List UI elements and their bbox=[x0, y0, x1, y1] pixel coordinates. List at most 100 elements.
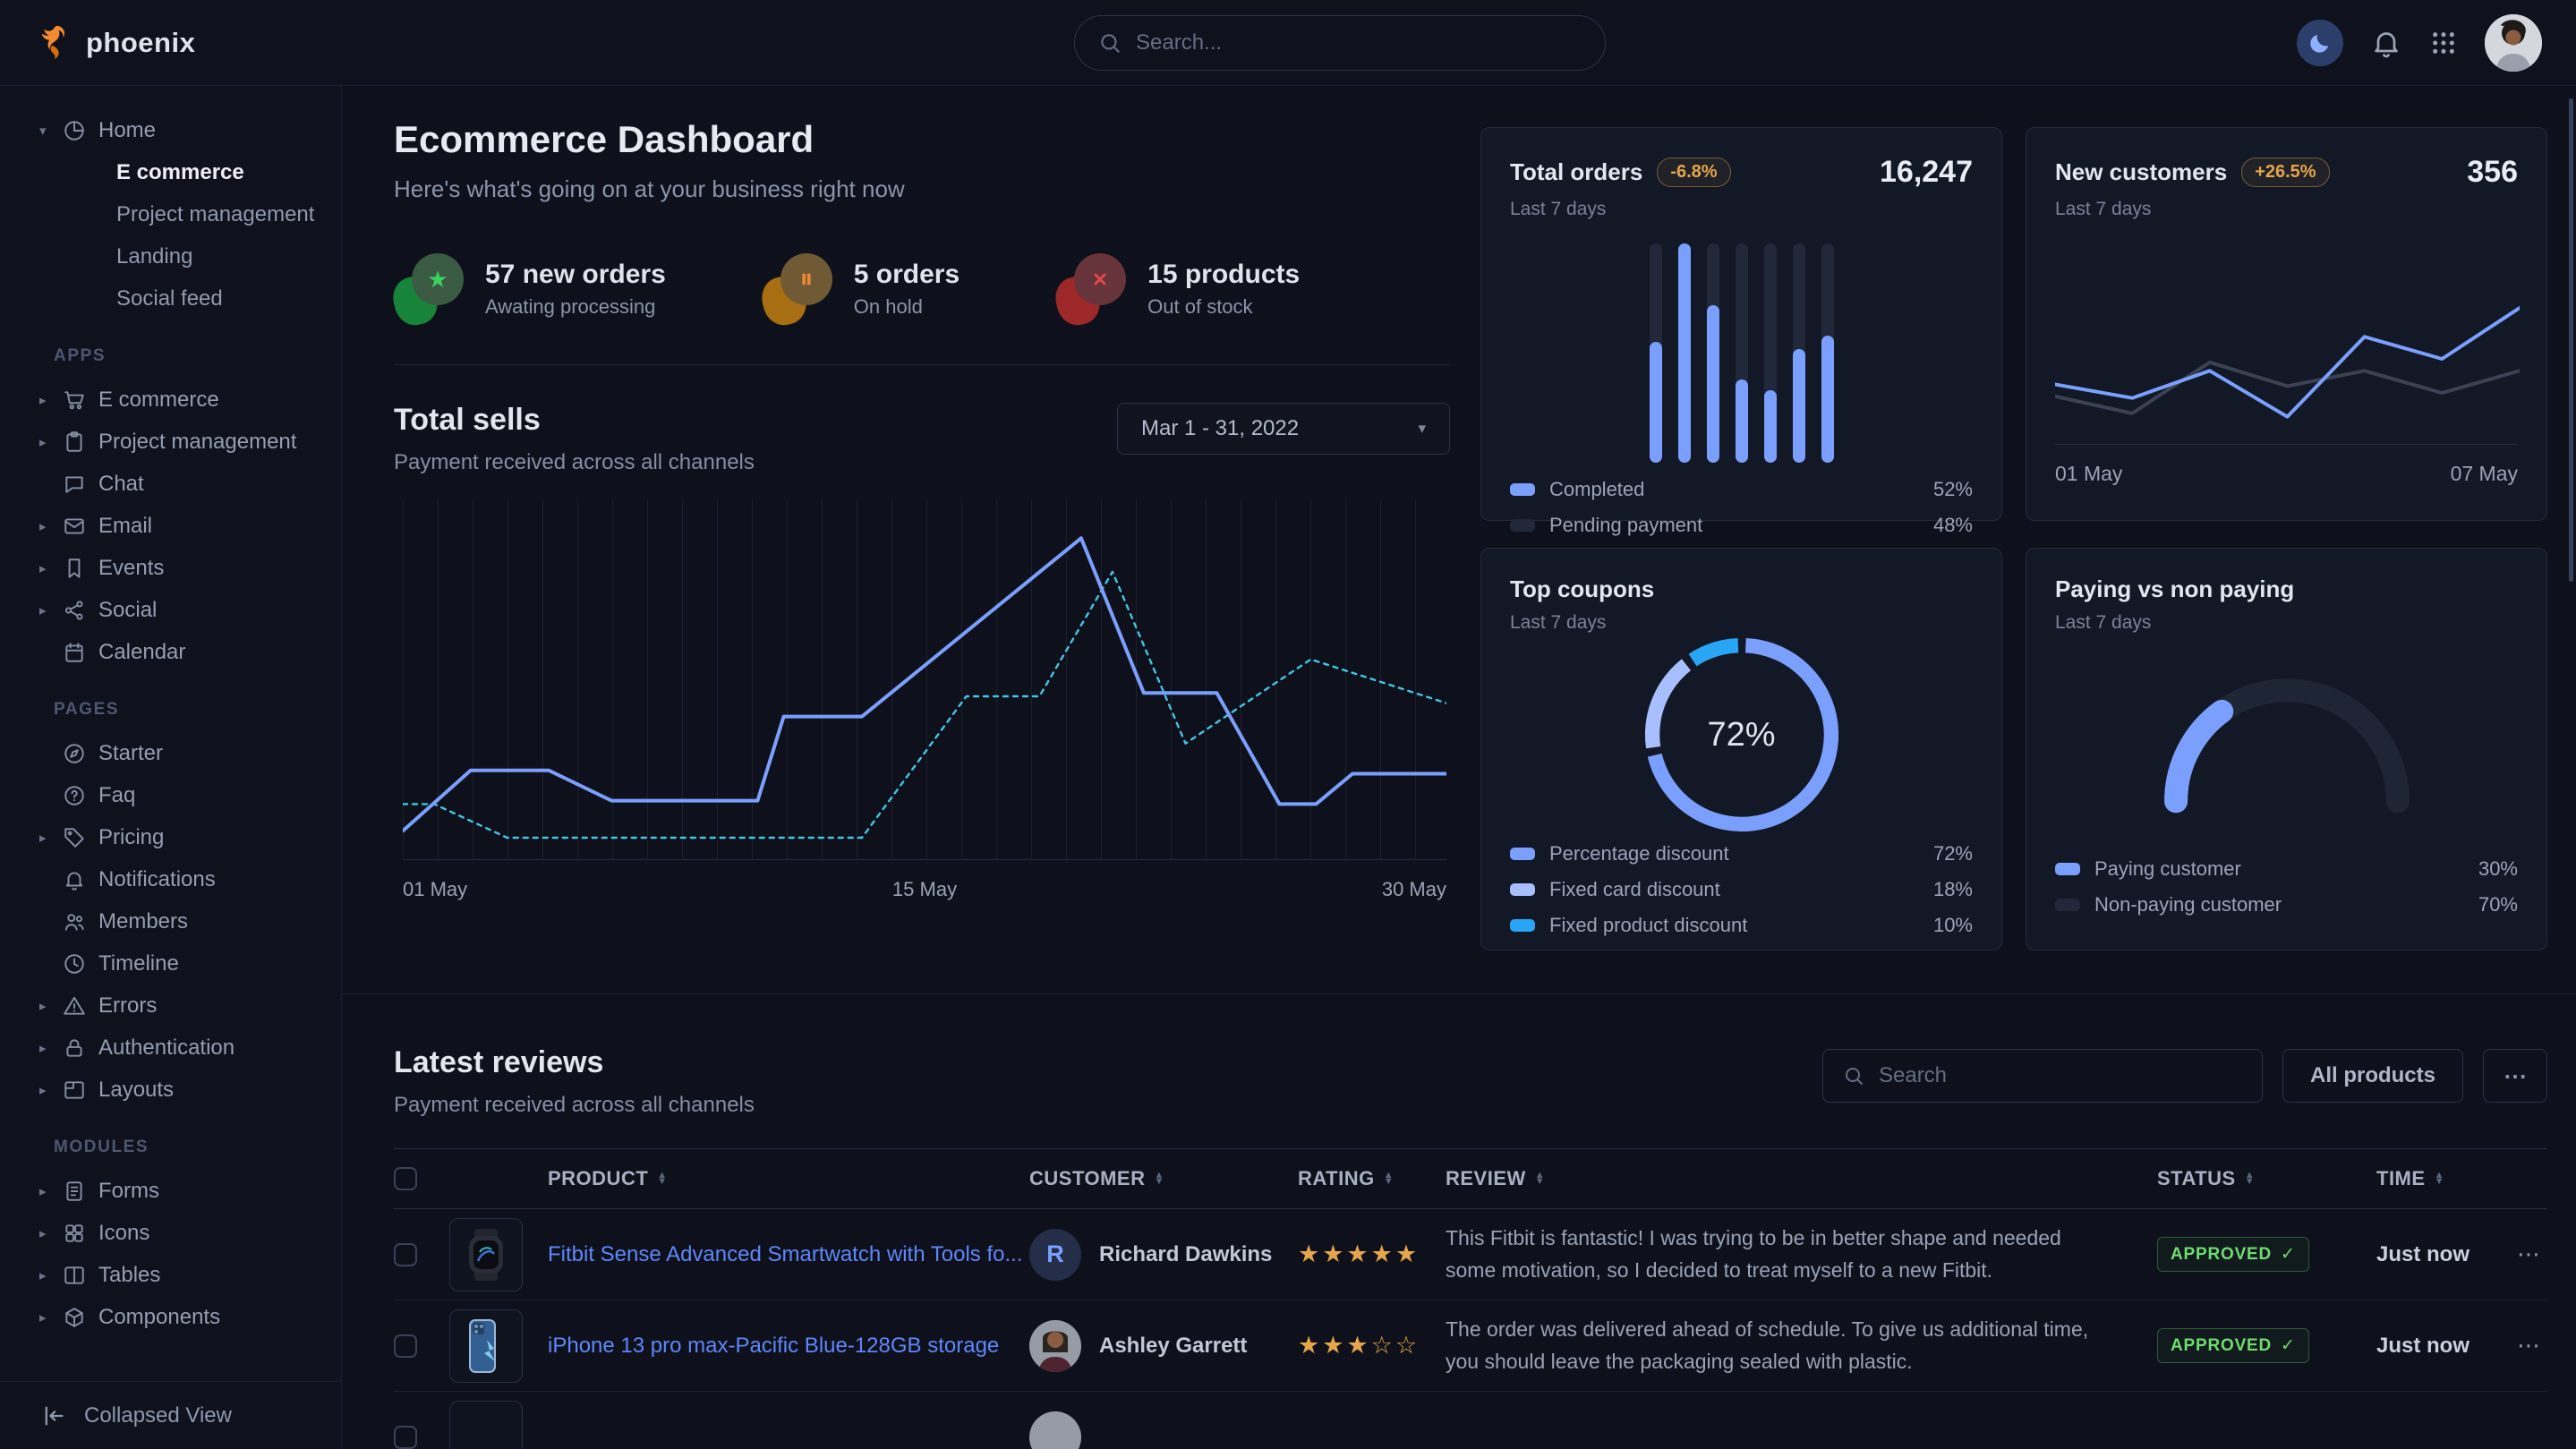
users-icon bbox=[63, 910, 98, 933]
notifications-button[interactable] bbox=[2370, 27, 2402, 59]
sidebar-item-members[interactable]: Members bbox=[0, 900, 341, 942]
sidebar-item-forms[interactable]: ▸Forms bbox=[0, 1170, 341, 1212]
total-sells-chart: 01 May15 May30 May bbox=[394, 500, 1450, 914]
status-badge: APPROVED ✓ bbox=[2157, 1237, 2309, 1272]
main-content: Ecommerce Dashboard Here's what's going … bbox=[342, 86, 2576, 1449]
product-link[interactable]: iPhone 13 pro max-Pacific Blue-128GB sto… bbox=[548, 1334, 999, 1359]
pie-icon bbox=[63, 119, 98, 142]
paying-period: Last 7 days bbox=[2055, 612, 2518, 634]
row-menu-button[interactable]: ⋯ bbox=[2506, 1240, 2547, 1268]
customer-name: Richard Dawkins bbox=[1099, 1242, 1272, 1267]
sidebar-item-label: Authentication bbox=[98, 1036, 235, 1061]
sidebar-subitem-social-feed[interactable]: Social feed bbox=[0, 277, 341, 320]
sidebar-item-faq[interactable]: Faq bbox=[0, 774, 341, 816]
legend-value: 18% bbox=[1933, 878, 1973, 901]
sidebar-item-starter[interactable]: Starter bbox=[0, 732, 341, 774]
donut-center-label: 72% bbox=[1707, 716, 1775, 754]
caret-right-icon: ▸ bbox=[39, 998, 63, 1014]
more-options-button[interactable]: ⋯ bbox=[2483, 1049, 2547, 1103]
pause-badge-icon bbox=[763, 253, 834, 325]
sidebar-item-label: Notifications bbox=[98, 867, 216, 892]
column-header-product[interactable]: PRODUCT ▲▼ bbox=[449, 1167, 1029, 1190]
sidebar-item-label: Errors bbox=[98, 993, 157, 1019]
top-navbar: phoenix Search... bbox=[0, 0, 2576, 86]
total-orders-title: Total orders bbox=[1510, 158, 1642, 186]
sidebar-subitem-e-commerce[interactable]: E commerce bbox=[0, 151, 341, 193]
sidebar-item-pricing[interactable]: ▸Pricing bbox=[0, 816, 341, 858]
row-checkbox[interactable] bbox=[394, 1334, 417, 1358]
global-search-input[interactable]: Search... bbox=[1074, 15, 1606, 71]
sidebar-item-social[interactable]: ▸Social bbox=[0, 589, 341, 631]
row-checkbox[interactable] bbox=[394, 1426, 417, 1449]
column-header-review[interactable]: REVIEW ▲▼ bbox=[1446, 1167, 2157, 1190]
new-customers-axis bbox=[2055, 444, 2518, 445]
sidebar-subitem-landing[interactable]: Landing bbox=[0, 235, 341, 277]
reviews-title: Latest reviews bbox=[394, 1045, 755, 1080]
theme-toggle-button[interactable] bbox=[2297, 20, 2343, 66]
sidebar-item-notifications[interactable]: Notifications bbox=[0, 858, 341, 900]
form-icon bbox=[63, 1180, 98, 1203]
reviews-table: PRODUCT ▲▼CUSTOMER ▲▼RATING ▲▼REVIEW ▲▼S… bbox=[394, 1148, 2547, 1449]
column-header-rating[interactable]: RATING ▲▼ bbox=[1298, 1167, 1446, 1190]
sidebar-item-errors[interactable]: ▸ Errors bbox=[0, 984, 341, 1027]
moon-icon bbox=[2307, 30, 2333, 55]
order-bar bbox=[1650, 243, 1662, 463]
row-checkbox[interactable] bbox=[394, 1243, 417, 1266]
product-link[interactable]: Fitbit Sense Advanced Smartwatch with To… bbox=[548, 1242, 1022, 1267]
apps-menu-button[interactable] bbox=[2429, 29, 2458, 57]
search-placeholder: Search... bbox=[1136, 30, 1222, 55]
sidebar-item-components[interactable]: ▸Components bbox=[0, 1296, 341, 1338]
order-bar bbox=[1764, 243, 1777, 463]
sidebar-item-layouts[interactable]: ▸Layouts bbox=[0, 1069, 341, 1111]
sidebar-item-events[interactable]: ▸Events bbox=[0, 547, 341, 589]
sidebar-item-home[interactable]: ▾Home bbox=[0, 109, 341, 151]
sidebar-item-tables[interactable]: ▸Tables bbox=[0, 1254, 341, 1296]
reviews-search-input[interactable]: Search bbox=[1822, 1049, 2263, 1103]
legend-value: 48% bbox=[1933, 514, 1973, 537]
sidebar-item-label: Calendar bbox=[98, 640, 185, 665]
order-bar bbox=[1707, 243, 1719, 463]
review-time: Just now bbox=[2376, 1242, 2506, 1267]
sidebar-item-label: Project management bbox=[98, 430, 296, 455]
stat-sublabel: On hold bbox=[854, 295, 960, 319]
page-scrollbar[interactable] bbox=[2569, 98, 2573, 582]
legend-item-non-paying-customer: Non-paying customer 70% bbox=[2055, 887, 2518, 923]
stat-on-hold: 5 orders On hold bbox=[763, 253, 960, 325]
x-axis-label: 01 May bbox=[403, 878, 467, 901]
stat-out-of-stock: 15 products Out of stock bbox=[1056, 253, 1300, 325]
stat-value: 15 products bbox=[1147, 260, 1300, 290]
select-all-checkbox[interactable] bbox=[394, 1167, 417, 1190]
sidebar-item-calendar[interactable]: Calendar bbox=[0, 631, 341, 673]
column-header-customer[interactable]: CUSTOMER ▲▼ bbox=[1029, 1167, 1298, 1190]
legend-item-fixed-product-discount: Fixed product discount 10% bbox=[1510, 908, 1973, 943]
sidebar-item-e-commerce[interactable]: ▸E commerce bbox=[0, 379, 341, 421]
collapsed-view-toggle[interactable]: Collapsed View bbox=[0, 1381, 341, 1449]
sidebar-item-timeline[interactable]: Timeline bbox=[0, 942, 341, 984]
top-coupons-card: Top coupons Last 7 days 72% Percentage d… bbox=[1480, 548, 2002, 950]
sidebar-item-chat[interactable]: Chat bbox=[0, 463, 341, 505]
all-products-button[interactable]: All products bbox=[2282, 1049, 2463, 1103]
legend-swatch bbox=[1510, 483, 1535, 496]
caret-right-icon: ▸ bbox=[39, 1309, 63, 1325]
legend-value: 70% bbox=[2478, 893, 2518, 916]
sidebar-item-project-management[interactable]: ▸Project management bbox=[0, 421, 341, 463]
sidebar-item-label: Faq bbox=[98, 783, 135, 808]
sidebar-item-icons[interactable]: ▸Icons bbox=[0, 1212, 341, 1254]
legend-value: 72% bbox=[1933, 842, 1973, 865]
column-header-time[interactable]: TIME ▲▼ bbox=[2376, 1167, 2506, 1190]
row-menu-button[interactable]: ⋯ bbox=[2506, 1332, 2547, 1360]
column-header-status[interactable]: STATUS ▲▼ bbox=[2157, 1167, 2376, 1190]
sidebar-item-label: Tables bbox=[98, 1263, 160, 1288]
sidebar-item-email[interactable]: ▸Email bbox=[0, 505, 341, 547]
sort-icon: ▲▼ bbox=[1384, 1172, 1394, 1185]
sidebar-item-authentication[interactable]: ▸Authentication bbox=[0, 1027, 341, 1069]
stat-awating-processing: ★ 57 new orders Awating processing bbox=[394, 253, 666, 325]
legend-swatch bbox=[2055, 899, 2080, 911]
legend-label: Fixed product discount bbox=[1549, 914, 1747, 937]
date-range-select[interactable]: Mar 1 - 31, 2022 ▾ bbox=[1117, 403, 1450, 455]
sidebar-subitem-project-management[interactable]: Project management bbox=[0, 193, 341, 235]
user-avatar[interactable] bbox=[2485, 14, 2542, 72]
brand[interactable]: phoenix bbox=[34, 23, 195, 63]
check-icon: ✓ bbox=[2281, 1244, 2296, 1265]
new-customers-card: New customers +26.5% 356 Last 7 days 01 … bbox=[2026, 127, 2547, 521]
